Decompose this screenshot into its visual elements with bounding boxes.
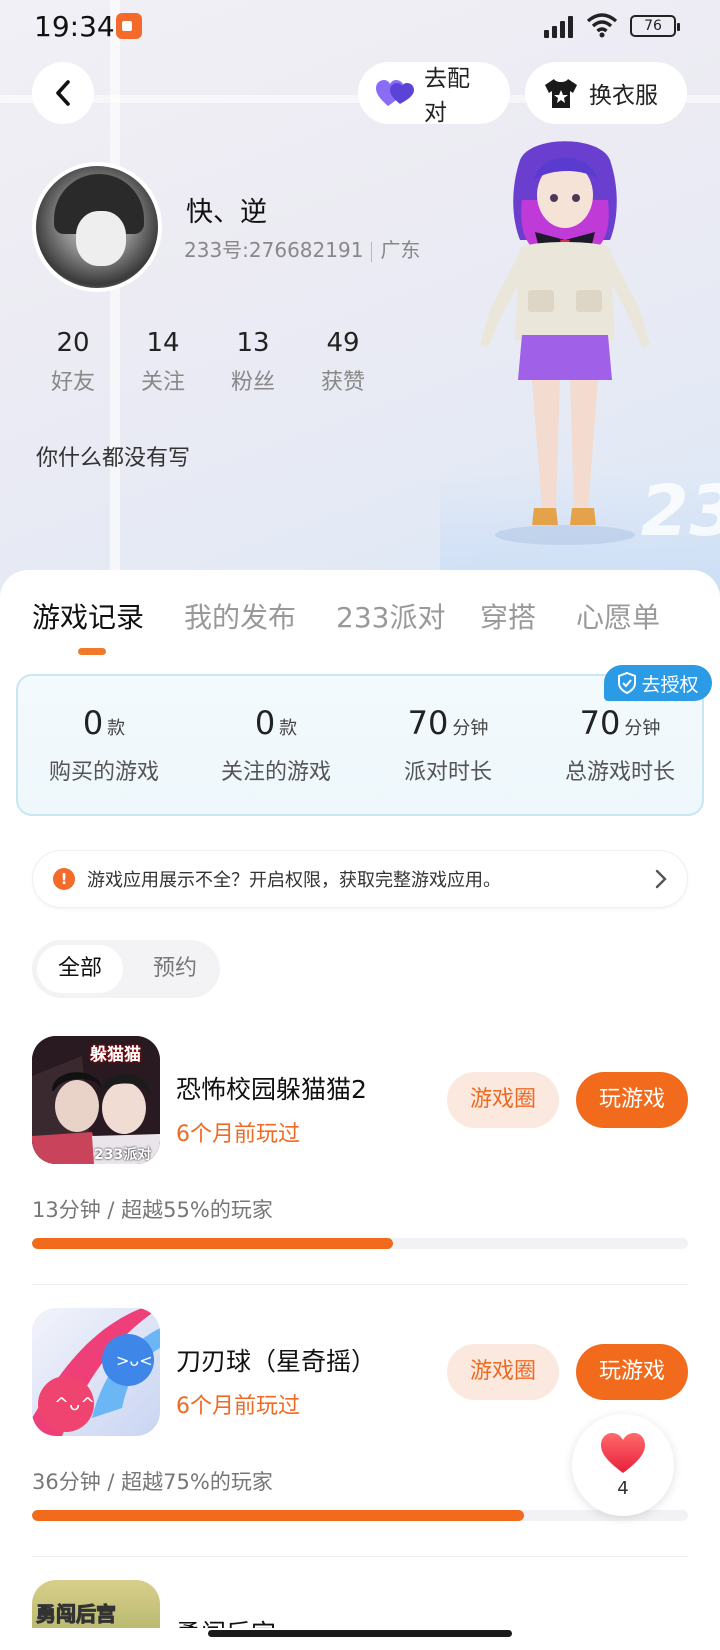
nickname: 快、逆: [186, 197, 267, 228]
back-button[interactable]: [32, 62, 94, 124]
status-time: 19:34: [34, 10, 115, 43]
game-filter: 全部 预约: [32, 940, 220, 998]
profile-stats: 20 好友 14 关注 13 粉丝 49 获赞: [28, 328, 388, 396]
warning-icon: !: [53, 868, 75, 890]
summary-value: 0: [254, 704, 276, 742]
status-bar: 19:34 76: [0, 0, 720, 52]
game-icon[interactable]: ^ᴗ^ >ᴗ<: [32, 1308, 160, 1436]
game-icon-title: 勇闯后宫: [36, 1602, 117, 1627]
chevron-left-icon: [56, 80, 70, 106]
game-icon[interactable]: 勇闯后宫: [32, 1580, 160, 1628]
game-progress-fill: [32, 1238, 393, 1249]
pair-button[interactable]: 去配对: [358, 62, 510, 126]
user-id: 233号:276682191 广东: [184, 234, 420, 263]
game-name: 恐怖校园躲猫猫2: [176, 1075, 367, 1104]
tshirt-icon: [543, 77, 579, 109]
game-icon[interactable]: 躲猫猫 233派对: [32, 1036, 160, 1164]
permission-notice-text: 游戏应用展示不全？开启权限，获取完整游戏应用。: [87, 870, 501, 891]
summary-value: 70: [407, 704, 449, 742]
pair-label: 去配对: [424, 66, 470, 126]
change-clothes-label: 换衣服: [589, 83, 658, 109]
home-indicator[interactable]: [208, 1630, 512, 1637]
authorize-button[interactable]: 去授权: [604, 665, 712, 701]
tab-outfit[interactable]: 穿搭: [480, 596, 536, 636]
summary-unit: 款: [107, 718, 126, 739]
svg-text:^ᴗ^: ^ᴗ^: [54, 1394, 95, 1415]
wifi-icon: [586, 13, 618, 38]
play-game-button[interactable]: 玩游戏: [576, 1344, 688, 1400]
game-progress-bar: [32, 1510, 688, 1521]
summary-label: 总游戏时长: [564, 760, 675, 785]
game-item[interactable]: 勇闯后宫 勇闯后宫: [32, 1580, 688, 1628]
stat-number: 20: [56, 328, 90, 358]
stat-label: 关注: [140, 370, 185, 395]
play-game-button[interactable]: 玩游戏: [576, 1072, 688, 1128]
stat-number: 49: [326, 328, 360, 358]
chevron-right-icon: [655, 869, 667, 889]
authorize-label: 去授权: [641, 673, 699, 696]
stat-friends[interactable]: 20 好友: [28, 328, 118, 396]
stat-label: 好友: [50, 370, 95, 395]
summary-value: 0: [82, 704, 104, 742]
summary-total-duration[interactable]: 70 分钟 总游戏时长: [534, 704, 706, 786]
game-last-played: 6个月前玩过: [176, 1394, 300, 1419]
summary-label: 购买的游戏: [48, 760, 159, 785]
game-progress-bar: [32, 1238, 688, 1249]
heart-icon: [601, 1433, 645, 1473]
svg-text:>ᴗ<: >ᴗ<: [116, 1351, 153, 1370]
like-button[interactable]: 4: [572, 1414, 674, 1516]
user-region: 广东: [380, 238, 421, 262]
stat-label: 粉丝: [230, 370, 275, 395]
avatar-character[interactable]: [460, 140, 670, 550]
game-summary-card: 0款 购买的游戏 0款 关注的游戏 70 分钟 派对时长 70 分钟 总游戏时长: [16, 674, 704, 816]
filter-all[interactable]: 全部: [37, 945, 123, 993]
tab-my-posts[interactable]: 我的发布: [184, 596, 296, 636]
summary-unit: 款: [279, 718, 298, 739]
tab-233-party[interactable]: 233派对: [336, 596, 445, 636]
summary-followed-games[interactable]: 0款 关注的游戏: [190, 704, 362, 786]
summary-unit: 分钟: [452, 718, 489, 739]
filter-reserve[interactable]: 预约: [132, 945, 218, 993]
summary-label: 派对时长: [403, 760, 492, 785]
heart-pair-icon: [376, 79, 414, 107]
summary-value: 70: [579, 704, 621, 742]
stat-label: 获赞: [320, 370, 365, 395]
divider: [32, 1556, 688, 1557]
game-circle-button[interactable]: 游戏圈: [447, 1344, 559, 1400]
game-name: 勇闯后宫: [176, 1614, 276, 1628]
stat-likes[interactable]: 49 获赞: [298, 328, 388, 396]
game-last-played: 6个月前玩过: [176, 1122, 300, 1147]
game-name: 刀刃球（星奇摇）: [176, 1347, 377, 1376]
battery-icon: 76: [630, 15, 680, 37]
signal-icon: [542, 14, 578, 38]
stat-following[interactable]: 14 关注: [118, 328, 208, 396]
change-clothes-button[interactable]: 换衣服: [525, 62, 687, 124]
summary-party-duration[interactable]: 70 分钟 派对时长: [362, 704, 534, 786]
avatar[interactable]: [32, 162, 162, 292]
game-circle-button[interactable]: 游戏圈: [447, 1072, 559, 1128]
tab-game-records[interactable]: 游戏记录: [32, 596, 144, 636]
permission-notice[interactable]: ! 游戏应用展示不全？开启权限，获取完整游戏应用。: [32, 850, 688, 908]
profile-bio: 你什么都没有写: [36, 446, 191, 471]
summary-label: 关注的游戏: [220, 760, 331, 785]
game-icon-badge: 233派对: [94, 1147, 152, 1163]
summary-purchased-games[interactable]: 0款 购买的游戏: [18, 704, 190, 786]
stat-number: 13: [236, 328, 270, 358]
game-progress-fill: [32, 1510, 524, 1521]
divider: [32, 1284, 688, 1285]
tab-indicator: [78, 648, 106, 655]
game-duration: 13分钟 / 超越55%的玩家: [32, 1198, 273, 1222]
screen-record-icon: [116, 13, 142, 39]
game-icon-title: 躲猫猫: [90, 1045, 141, 1065]
tab-wishlist[interactable]: 心愿单: [576, 596, 660, 636]
summary-unit: 分钟: [624, 718, 661, 739]
stat-number: 14: [146, 328, 180, 358]
like-count: 4: [617, 1478, 629, 1499]
game-duration: 36分钟 / 超越75%的玩家: [32, 1470, 273, 1494]
user-id-number: 233号:276682191: [184, 238, 364, 262]
profile-tabs: 游戏记录 我的发布 233派对 穿搭 心愿单: [0, 596, 720, 666]
stat-fans[interactable]: 13 粉丝: [208, 328, 298, 396]
shield-check-icon: [618, 672, 637, 694]
